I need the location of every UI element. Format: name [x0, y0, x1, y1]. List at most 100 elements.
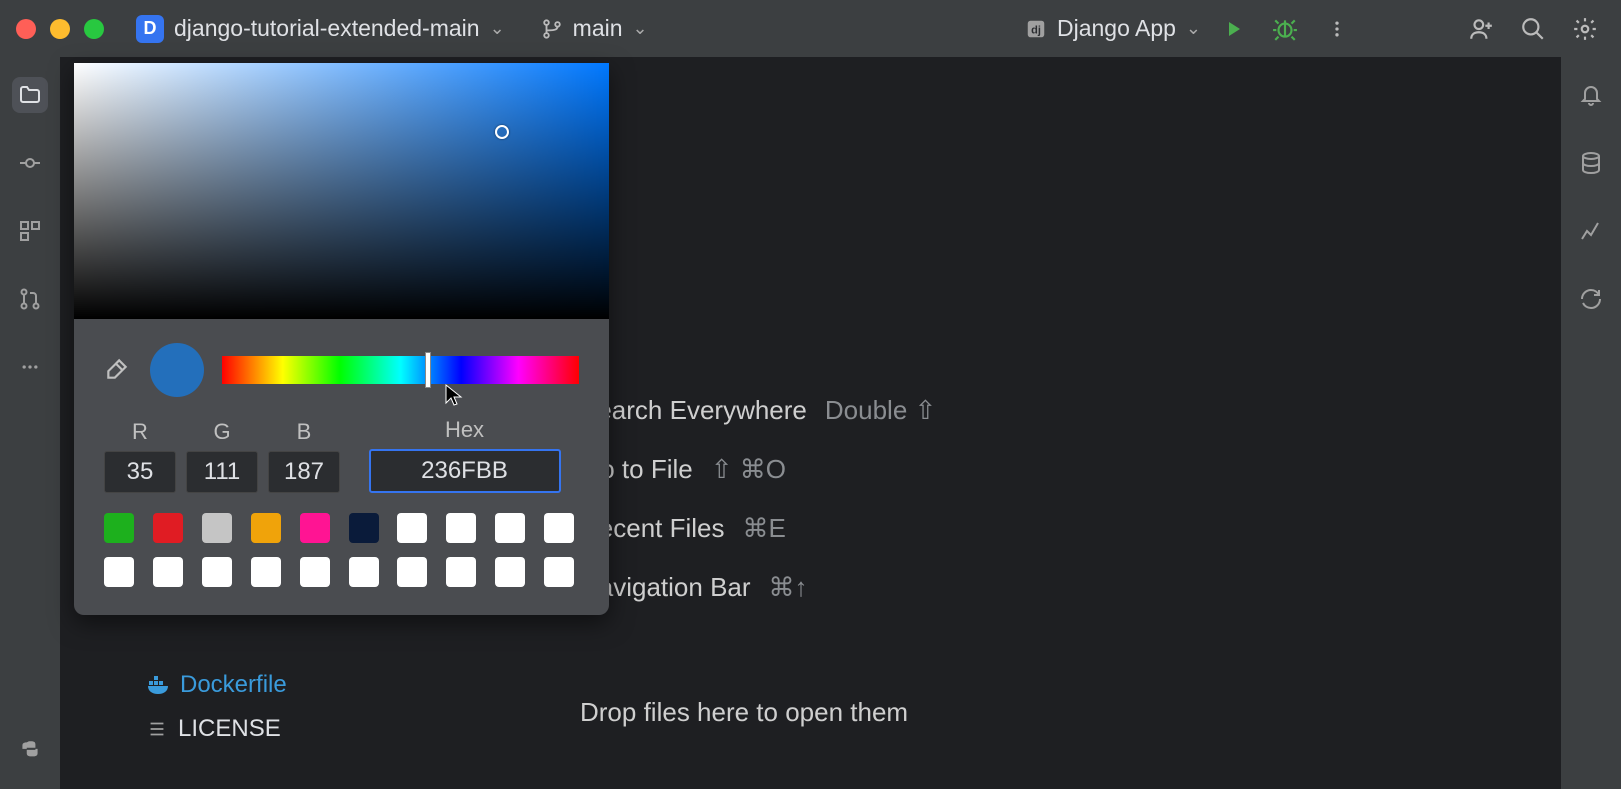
kebab-icon — [1327, 19, 1347, 39]
tip-goto-file: Go to File ⇧ ⌘O — [580, 454, 936, 485]
endpoints-tool-button[interactable] — [1573, 213, 1609, 249]
debug-button[interactable] — [1265, 9, 1305, 49]
g-label: G — [213, 419, 230, 445]
color-swatch[interactable] — [202, 513, 232, 543]
color-swatch[interactable] — [104, 513, 134, 543]
bug-icon — [1272, 16, 1298, 42]
color-swatch[interactable] — [495, 513, 525, 543]
branch-selector[interactable]: main ⌄ — [541, 15, 648, 42]
tree-item-license[interactable]: LICENSE — [140, 711, 293, 747]
settings-button[interactable] — [1565, 9, 1605, 49]
color-swatch[interactable] — [349, 557, 379, 587]
tip-label: Search Everywhere — [580, 395, 807, 426]
structure-tool-button[interactable] — [12, 213, 48, 249]
run-button[interactable] — [1213, 9, 1253, 49]
color-swatch[interactable] — [446, 557, 476, 587]
maximize-window-button[interactable] — [84, 19, 104, 39]
search-everywhere-button[interactable] — [1513, 9, 1553, 49]
close-window-button[interactable] — [16, 19, 36, 39]
tip-shortcut: ⇧ ⌘O — [711, 454, 786, 485]
tip-navigation-bar: Navigation Bar ⌘↑ — [580, 572, 936, 603]
saturation-value-panel[interactable] — [74, 63, 609, 319]
hex-input[interactable] — [369, 449, 561, 493]
b-input[interactable] — [268, 451, 340, 493]
color-swatch[interactable] — [104, 557, 134, 587]
color-swatch[interactable] — [153, 513, 183, 543]
chevron-down-icon: ⌄ — [633, 18, 648, 39]
pull-request-icon — [18, 287, 42, 311]
color-picker-popup: R G B Hex — [74, 63, 609, 615]
color-swatch[interactable] — [300, 557, 330, 587]
minimize-window-button[interactable] — [50, 19, 70, 39]
color-swatch[interactable] — [153, 557, 183, 587]
tip-shortcut: ⌘E — [743, 513, 786, 544]
run-config-selector[interactable]: dj Django App ⌄ — [1025, 15, 1201, 42]
editor-area: Dockerfile LICENSE Search Everywhere Dou… — [60, 57, 1561, 789]
ellipsis-icon — [20, 357, 40, 377]
database-tool-button[interactable] — [1573, 145, 1609, 181]
structure-icon — [18, 219, 42, 243]
graph-icon — [1579, 219, 1603, 243]
color-swatch[interactable] — [544, 513, 574, 543]
project-badge-letter: D — [144, 18, 157, 39]
r-label: R — [132, 419, 148, 445]
r-input[interactable] — [104, 451, 176, 493]
right-tool-rail — [1561, 57, 1621, 789]
color-swatch[interactable] — [544, 557, 574, 587]
run-config-label: Django App — [1057, 15, 1176, 42]
commit-icon — [18, 151, 42, 175]
more-tools-button[interactable] — [12, 349, 48, 385]
mouse-cursor-icon — [444, 383, 464, 407]
more-actions-button[interactable] — [1317, 9, 1357, 49]
database-icon — [1579, 151, 1603, 175]
project-tree: Dockerfile LICENSE — [140, 667, 293, 747]
code-with-me-button[interactable] — [1461, 9, 1501, 49]
eyedropper-button[interactable] — [104, 356, 132, 384]
color-swatch[interactable] — [495, 557, 525, 587]
hue-slider[interactable] — [222, 356, 579, 384]
django-icon: dj — [1025, 18, 1047, 40]
color-swatch[interactable] — [397, 513, 427, 543]
color-swatch[interactable] — [349, 513, 379, 543]
python-console-button[interactable] — [12, 733, 48, 769]
project-tool-button[interactable] — [12, 77, 48, 113]
pull-requests-tool-button[interactable] — [12, 281, 48, 317]
color-swatches-grid — [74, 509, 609, 591]
eyedropper-icon — [104, 356, 130, 382]
commit-tool-button[interactable] — [12, 145, 48, 181]
color-inputs-row: R G B Hex — [74, 409, 609, 509]
color-swatch[interactable] — [446, 513, 476, 543]
hue-slider-handle[interactable] — [425, 352, 431, 388]
tree-item-dockerfile[interactable]: Dockerfile — [140, 667, 293, 703]
refresh-icon — [1579, 287, 1603, 311]
hex-label: Hex — [445, 417, 484, 443]
drop-files-hint: Drop files here to open them — [580, 697, 908, 728]
color-preview-swatch — [150, 343, 204, 397]
chevron-down-icon: ⌄ — [490, 18, 505, 39]
notifications-tool-button[interactable] — [1573, 77, 1609, 113]
color-swatch[interactable] — [397, 557, 427, 587]
sv-cursor[interactable] — [495, 125, 509, 139]
window-controls — [16, 19, 104, 39]
bell-icon — [1579, 83, 1603, 107]
g-input[interactable] — [186, 451, 258, 493]
project-name-label: django-tutorial-extended-main — [174, 15, 480, 42]
color-swatch[interactable] — [251, 513, 281, 543]
services-tool-button[interactable] — [1573, 281, 1609, 317]
gear-icon — [1572, 16, 1598, 42]
color-swatch[interactable] — [251, 557, 281, 587]
tip-shortcut: Double ⇧ — [825, 395, 936, 426]
branch-icon — [541, 18, 563, 40]
add-user-icon — [1468, 16, 1494, 42]
color-swatch[interactable] — [202, 557, 232, 587]
branch-name-label: main — [573, 15, 623, 42]
tree-item-label: LICENSE — [178, 715, 281, 743]
tip-shortcut: ⌘↑ — [769, 572, 808, 603]
project-selector[interactable]: D django-tutorial-extended-main ⌄ — [136, 15, 505, 43]
color-swatch[interactable] — [300, 513, 330, 543]
file-lines-icon — [146, 718, 168, 740]
tip-search-everywhere: Search Everywhere Double ⇧ — [580, 395, 936, 426]
play-icon — [1221, 17, 1245, 41]
python-icon — [17, 738, 43, 764]
project-badge-icon: D — [136, 15, 164, 43]
